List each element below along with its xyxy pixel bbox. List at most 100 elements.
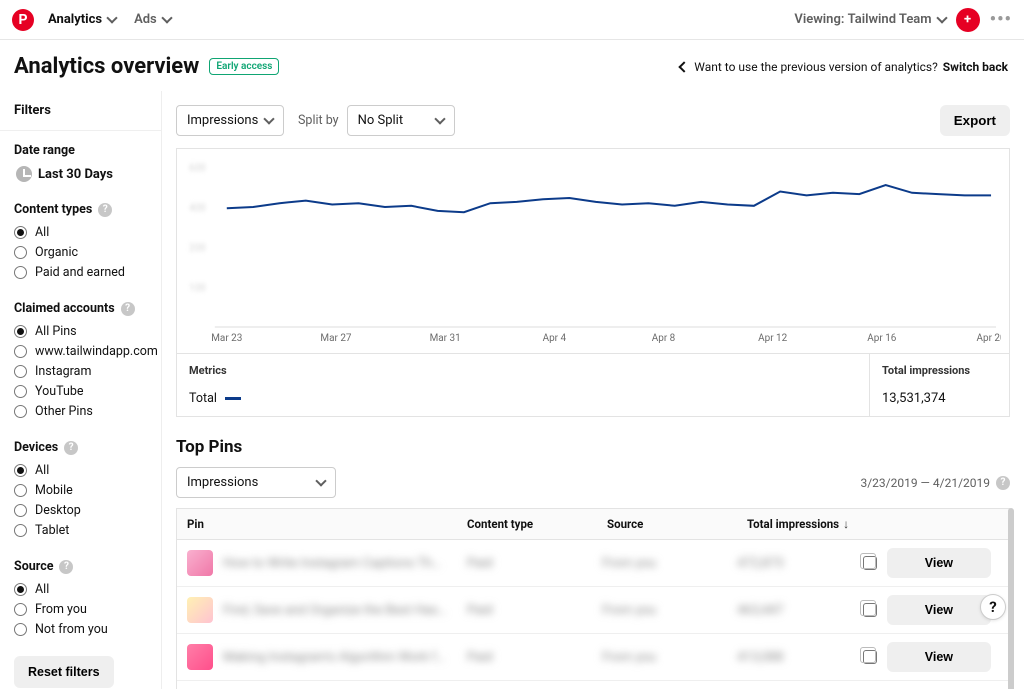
radio-device-desktop[interactable]: Desktop	[14, 503, 147, 518]
radio-icon	[14, 385, 27, 398]
pin-thumbnail[interactable]	[187, 644, 213, 670]
radio-icon	[14, 524, 27, 537]
reset-filters-button[interactable]: Reset filters	[14, 656, 114, 688]
radio-icon	[14, 504, 27, 517]
devices-label: Devices	[14, 440, 58, 455]
top-pins-header: Top Pins	[176, 437, 1010, 457]
pin-content-type: Paid	[467, 556, 493, 571]
view-pin-button[interactable]: View	[887, 642, 991, 672]
pinterest-logo-icon[interactable]: P	[12, 9, 34, 31]
col-pin[interactable]: Pin	[177, 509, 457, 539]
svg-text:Apr 12: Apr 12	[758, 333, 787, 344]
split-select[interactable]: No Split	[347, 105, 455, 136]
radio-icon	[14, 405, 27, 418]
radio-device-mobile[interactable]: Mobile	[14, 483, 147, 498]
radio-content-organic[interactable]: Organic	[14, 245, 147, 260]
radio-device-tablet[interactable]: Tablet	[14, 523, 147, 538]
toppins-date-range: 3/23/2019 — 4/21/2019	[860, 476, 990, 490]
floating-help-button[interactable]: ?	[980, 594, 1006, 620]
radio-claimed-all[interactable]: All Pins	[14, 324, 147, 339]
topbar: P Analytics Ads Viewing: Tailwind Team +…	[0, 0, 1024, 40]
radio-icon	[14, 365, 27, 378]
legend-line-icon	[225, 397, 241, 400]
chart-container: 600 400 200 100 Mar 23Mar 27Mar 31Apr 4A…	[176, 148, 1010, 354]
help-icon[interactable]: ?	[64, 441, 78, 455]
pin-impressions: 413,088	[737, 650, 783, 665]
nav-analytics-label: Analytics	[48, 12, 102, 27]
pin-title: How to Write Instagram Captions That Sel…	[223, 556, 447, 571]
date-range-value: Last 30 Days	[38, 167, 113, 182]
metric-select[interactable]: Impressions	[176, 105, 284, 136]
pin-thumbnail[interactable]	[187, 597, 213, 623]
impressions-value: 13,531,374	[882, 391, 997, 406]
chevron-down-icon	[936, 12, 947, 23]
date-range-label: Date range	[14, 143, 147, 158]
toppins-metric-select[interactable]: Impressions	[176, 467, 336, 498]
export-button[interactable]: Export	[940, 105, 1010, 136]
radio-icon	[14, 603, 27, 616]
radio-claimed-tailwind[interactable]: www.tailwindapp.com	[14, 344, 147, 359]
radio-source-all[interactable]: All	[14, 582, 147, 597]
metrics-header: Metrics	[189, 364, 857, 377]
pin-content-type: Paid	[467, 650, 493, 665]
pin-thumbnail[interactable]	[187, 550, 213, 576]
svg-text:Mar 23: Mar 23	[211, 333, 242, 344]
col-content-type[interactable]: Content type	[457, 509, 597, 539]
page-title: Analytics overview	[14, 54, 199, 79]
svg-text:Mar 31: Mar 31	[430, 333, 461, 344]
copy-icon[interactable]	[863, 650, 877, 664]
help-icon[interactable]: ?	[121, 302, 135, 316]
radio-source-from[interactable]: From you	[14, 602, 147, 617]
help-icon[interactable]: ?	[59, 560, 73, 574]
nav-analytics[interactable]: Analytics	[48, 12, 116, 27]
pin-source: From you	[602, 556, 656, 571]
col-impressions[interactable]: Total impressions↓	[737, 509, 867, 539]
scrollbar[interactable]	[1008, 508, 1014, 689]
line-chart[interactable]: 600 400 200 100 Mar 23Mar 27Mar 31Apr 4A…	[185, 157, 1001, 347]
radio-content-all[interactable]: All	[14, 225, 147, 240]
filters-sidebar: Filters Date range Last 30 Days Content …	[0, 91, 162, 689]
radio-claimed-youtube[interactable]: YouTube	[14, 384, 147, 399]
nav-ads[interactable]: Ads	[134, 12, 171, 27]
svg-text:200: 200	[189, 243, 206, 254]
svg-text:600: 600	[189, 163, 206, 174]
toppins-metric-value: Impressions	[187, 475, 258, 490]
pin-source: From you	[602, 603, 656, 618]
date-range-selector[interactable]: Last 30 Days	[14, 166, 147, 182]
split-select-value: No Split	[358, 113, 404, 128]
radio-claimed-other[interactable]: Other Pins	[14, 404, 147, 419]
account-switcher[interactable]: Viewing: Tailwind Team	[794, 12, 945, 27]
radio-icon	[14, 464, 27, 477]
source-label: Source	[14, 559, 53, 574]
view-pin-button[interactable]: View	[887, 595, 991, 625]
radio-claimed-instagram[interactable]: Instagram	[14, 364, 147, 379]
copy-icon[interactable]	[863, 603, 877, 617]
table-row: How to Write Instagram Captions That Sel…	[177, 540, 1009, 587]
radio-device-all[interactable]: All	[14, 463, 147, 478]
radio-icon	[14, 484, 27, 497]
view-pin-button[interactable]: View	[887, 548, 991, 578]
table-row: How to Create Pins for Etsy Listings and…	[177, 681, 1009, 689]
help-icon[interactable]: ?	[98, 203, 112, 217]
viewing-prefix: Viewing:	[794, 12, 844, 27]
radio-content-paid[interactable]: Paid and earned	[14, 265, 147, 280]
radio-source-notfrom[interactable]: Not from you	[14, 622, 147, 637]
col-source[interactable]: Source	[597, 509, 737, 539]
svg-text:Mar 27: Mar 27	[320, 333, 352, 344]
early-access-badge: Early access	[209, 58, 279, 75]
help-icon[interactable]: ?	[996, 476, 1010, 490]
switch-back-link[interactable]: Switch back	[943, 60, 1008, 74]
claimed-label: Claimed accounts	[14, 301, 115, 316]
create-button[interactable]: +	[956, 8, 980, 32]
more-menu-icon[interactable]: •••	[990, 9, 1012, 30]
copy-icon[interactable]	[863, 556, 877, 570]
pin-impressions: 472,873	[737, 556, 783, 571]
top-pins-table: Pin Content type Source Total impression…	[176, 508, 1010, 689]
radio-icon	[14, 345, 27, 358]
metrics-total-label: Total	[189, 391, 217, 406]
pin-title: Find, Save and Organize the Best Hashtag…	[223, 603, 447, 618]
chevron-left-icon	[679, 61, 690, 72]
split-by-label: Split by	[298, 113, 339, 128]
chevron-down-icon	[434, 113, 445, 124]
metrics-summary: Metrics Total Total impressions 13,531,3…	[176, 354, 1010, 417]
